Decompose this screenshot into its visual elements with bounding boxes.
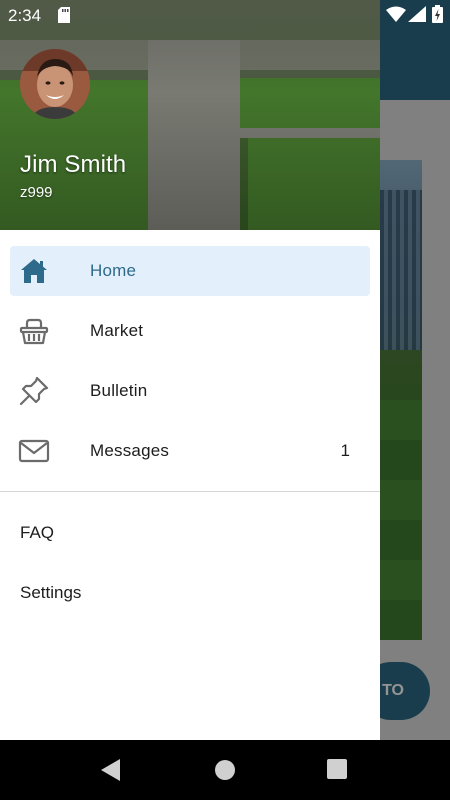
messages-count-badge: 1 [340, 441, 350, 460]
battery-charging-icon [432, 5, 443, 28]
menu-label-market: Market [90, 321, 144, 340]
wifi-icon [386, 6, 406, 27]
user-avatar[interactable] [20, 49, 90, 119]
home-icon [18, 255, 50, 287]
user-name: Jim Smith [20, 151, 127, 178]
home-circle-icon[interactable] [214, 759, 236, 786]
navigation-drawer: Jim Smith z999 Home Market Bulletin Mess… [0, 0, 380, 740]
menu-item-messages[interactable]: Messages 1 [10, 426, 370, 476]
menu-label-bulletin: Bulletin [90, 381, 148, 400]
menu-item-bulletin[interactable]: Bulletin [10, 366, 370, 416]
menu-label-faq: FAQ [20, 523, 55, 542]
menu-divider [0, 491, 380, 492]
user-id: z999 [20, 184, 53, 201]
signal-icon [408, 6, 426, 27]
menu-item-settings[interactable]: Settings [0, 569, 380, 617]
back-icon[interactable] [101, 759, 121, 786]
menu-label-home: Home [90, 261, 137, 280]
menu-item-home[interactable]: Home [10, 246, 370, 296]
recents-icon[interactable] [327, 759, 347, 784]
envelope-icon [18, 435, 50, 467]
menu-label-settings: Settings [20, 583, 82, 602]
status-time: 2:34 [8, 6, 42, 25]
system-nav-bar [0, 740, 450, 800]
menu-label-messages: Messages [90, 441, 170, 460]
sd-card-icon [58, 7, 70, 28]
menu-item-faq[interactable]: FAQ [0, 509, 380, 557]
pushpin-icon [18, 375, 50, 407]
basket-icon [18, 315, 50, 347]
menu-item-market[interactable]: Market [10, 306, 370, 356]
drawer-header: Jim Smith z999 [0, 0, 380, 230]
status-bar: 2:34 [0, 0, 450, 30]
